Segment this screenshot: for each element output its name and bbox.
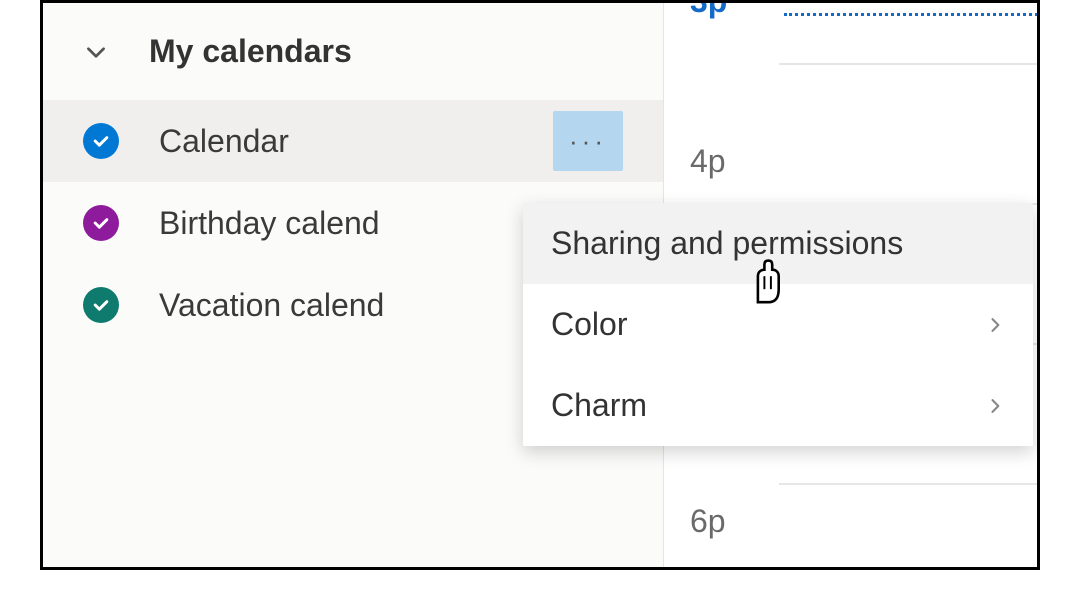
chevron-right-icon bbox=[985, 310, 1005, 340]
chevron-down-icon bbox=[83, 39, 109, 65]
time-label-3p: 3p bbox=[690, 0, 727, 20]
my-calendars-title: My calendars bbox=[149, 33, 352, 70]
calendar-context-menu: Sharing and permissions Color Charm bbox=[523, 203, 1033, 446]
check-icon bbox=[83, 287, 119, 323]
time-label-6p: 6p bbox=[690, 503, 726, 540]
menu-item-label: Charm bbox=[551, 387, 647, 424]
menu-item-sharing-permissions[interactable]: Sharing and permissions bbox=[523, 203, 1033, 284]
ellipsis-icon: ··· bbox=[569, 126, 607, 157]
calendar-item-calendar[interactable]: Calendar ··· bbox=[43, 100, 663, 182]
my-calendars-header[interactable]: My calendars bbox=[43, 13, 663, 100]
grid-line bbox=[779, 483, 1040, 485]
app-frame: My calendars Calendar ··· Birthday calen… bbox=[40, 0, 1040, 570]
current-time-indicator bbox=[784, 13, 1040, 16]
time-label-4p: 4p bbox=[690, 143, 726, 180]
menu-item-label: Sharing and permissions bbox=[551, 225, 903, 262]
more-options-button[interactable]: ··· bbox=[553, 111, 623, 171]
grid-line bbox=[779, 63, 1040, 65]
menu-item-label: Color bbox=[551, 306, 627, 343]
menu-item-color[interactable]: Color bbox=[523, 284, 1033, 365]
check-icon bbox=[83, 205, 119, 241]
chevron-right-icon bbox=[985, 391, 1005, 421]
check-icon bbox=[83, 123, 119, 159]
menu-item-charm[interactable]: Charm bbox=[523, 365, 1033, 446]
calendar-item-label: Calendar bbox=[159, 123, 513, 160]
